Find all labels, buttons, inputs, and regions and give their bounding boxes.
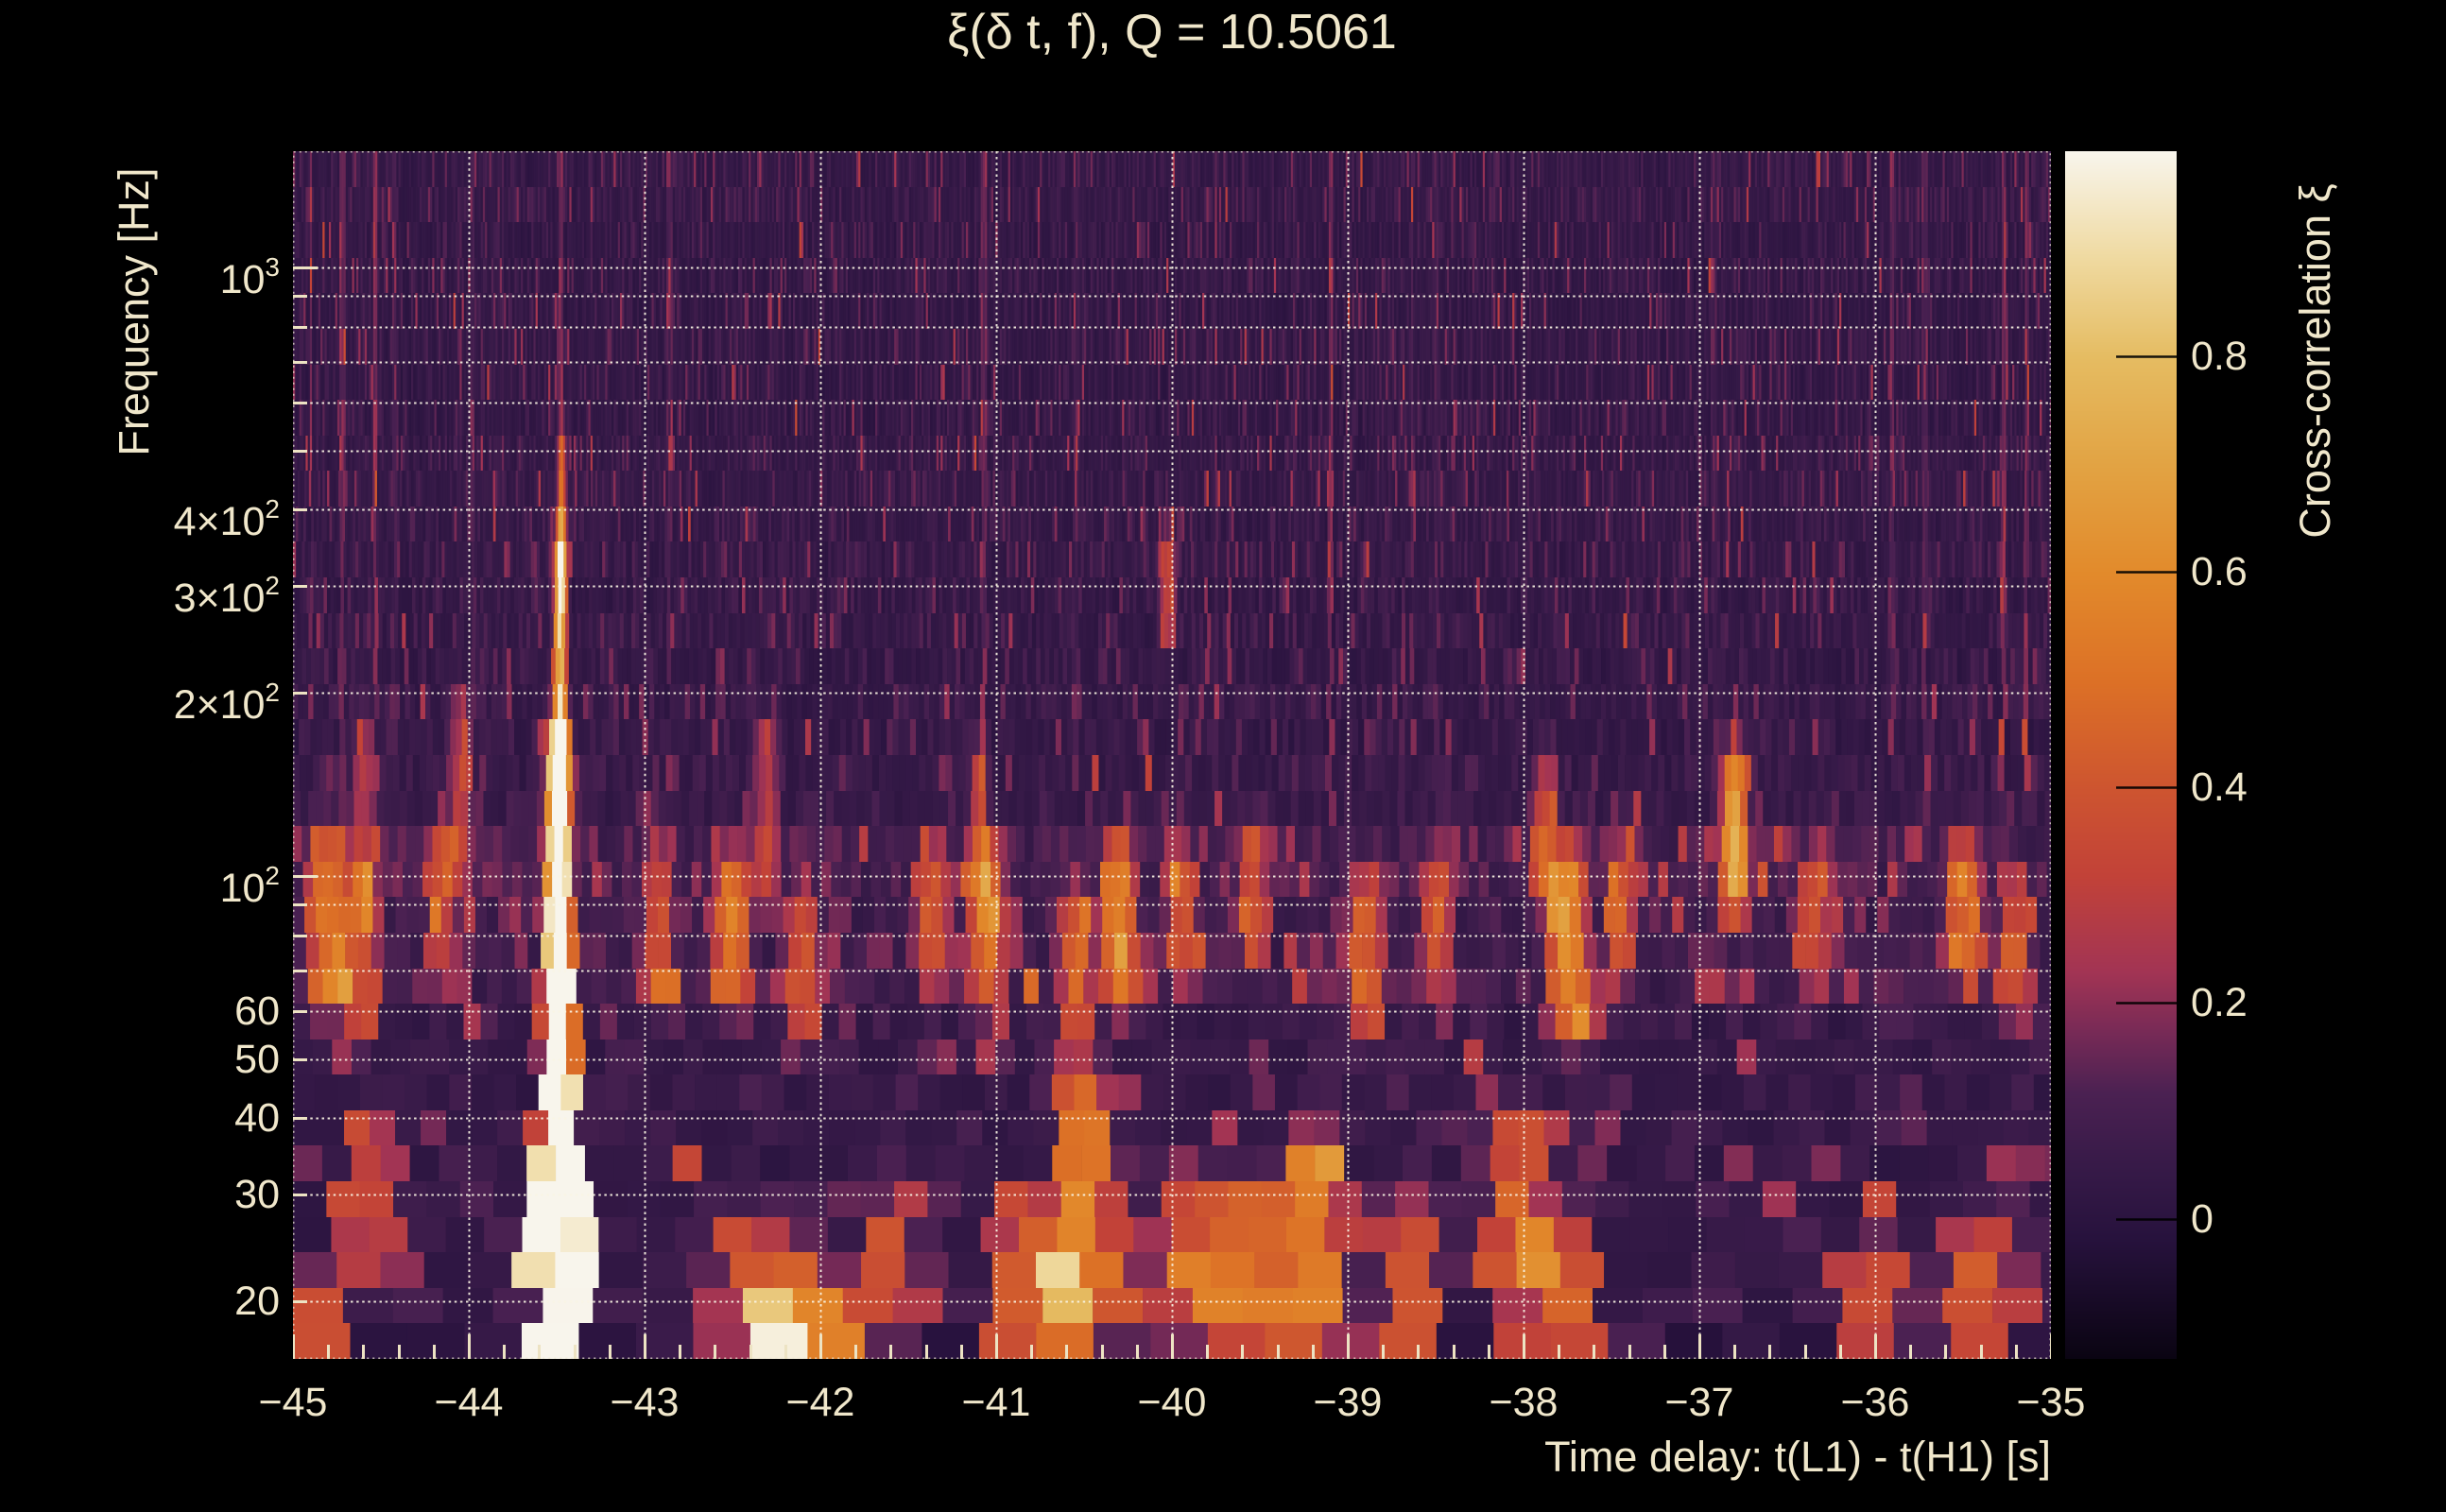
- x-tick-label: −40: [1137, 1380, 1207, 1425]
- x-tick-label: −45: [258, 1380, 328, 1425]
- colorbar-tick-label: 0.6: [2191, 549, 2248, 595]
- y-tick-label: 103: [219, 252, 280, 303]
- x-tick-label: −35: [2016, 1380, 2086, 1425]
- colorbar-gradient: [2065, 151, 2177, 1359]
- x-tick-label: −37: [1664, 1380, 1734, 1425]
- y-tick-label: 20: [234, 1279, 280, 1325]
- spectrogram-heatmap: [293, 151, 2051, 1359]
- figure-root: ξ(δ t, f), Q = 10.5061 Frequency [Hz] Ti…: [0, 0, 2446, 1512]
- colorbar-tick-label: 0.2: [2191, 980, 2248, 1026]
- x-tick-label: −36: [1840, 1380, 1910, 1425]
- y-tick-label: 3×102: [173, 570, 280, 621]
- x-tick-label: −39: [1313, 1380, 1383, 1425]
- chart-title: ξ(δ t, f), Q = 10.5061: [947, 5, 1397, 60]
- x-tick-label: −42: [785, 1380, 855, 1425]
- y-tick-label: 102: [219, 861, 280, 912]
- x-axis-title: Time delay: t(L1) - t(H1) [s]: [1544, 1433, 2051, 1481]
- y-tick-label: 4×102: [173, 494, 280, 545]
- x-tick-label: −41: [961, 1380, 1031, 1425]
- x-tick-label: −43: [610, 1380, 680, 1425]
- colorbar-title: Cross-correlation ξ: [2291, 183, 2339, 539]
- x-tick-label: −38: [1489, 1380, 1559, 1425]
- colorbar-tick-label: 0: [2191, 1195, 2213, 1242]
- y-tick-label: 40: [234, 1095, 280, 1142]
- colorbar-tick-label: 0.8: [2191, 333, 2248, 379]
- y-tick-label: 2×102: [173, 678, 280, 729]
- y-axis-title: Frequency [Hz]: [110, 167, 158, 456]
- y-tick-label: 60: [234, 988, 280, 1035]
- y-tick-label: 30: [234, 1171, 280, 1217]
- x-tick-label: −44: [434, 1380, 504, 1425]
- y-tick-label: 50: [234, 1037, 280, 1083]
- colorbar-tick-label: 0.4: [2191, 765, 2248, 811]
